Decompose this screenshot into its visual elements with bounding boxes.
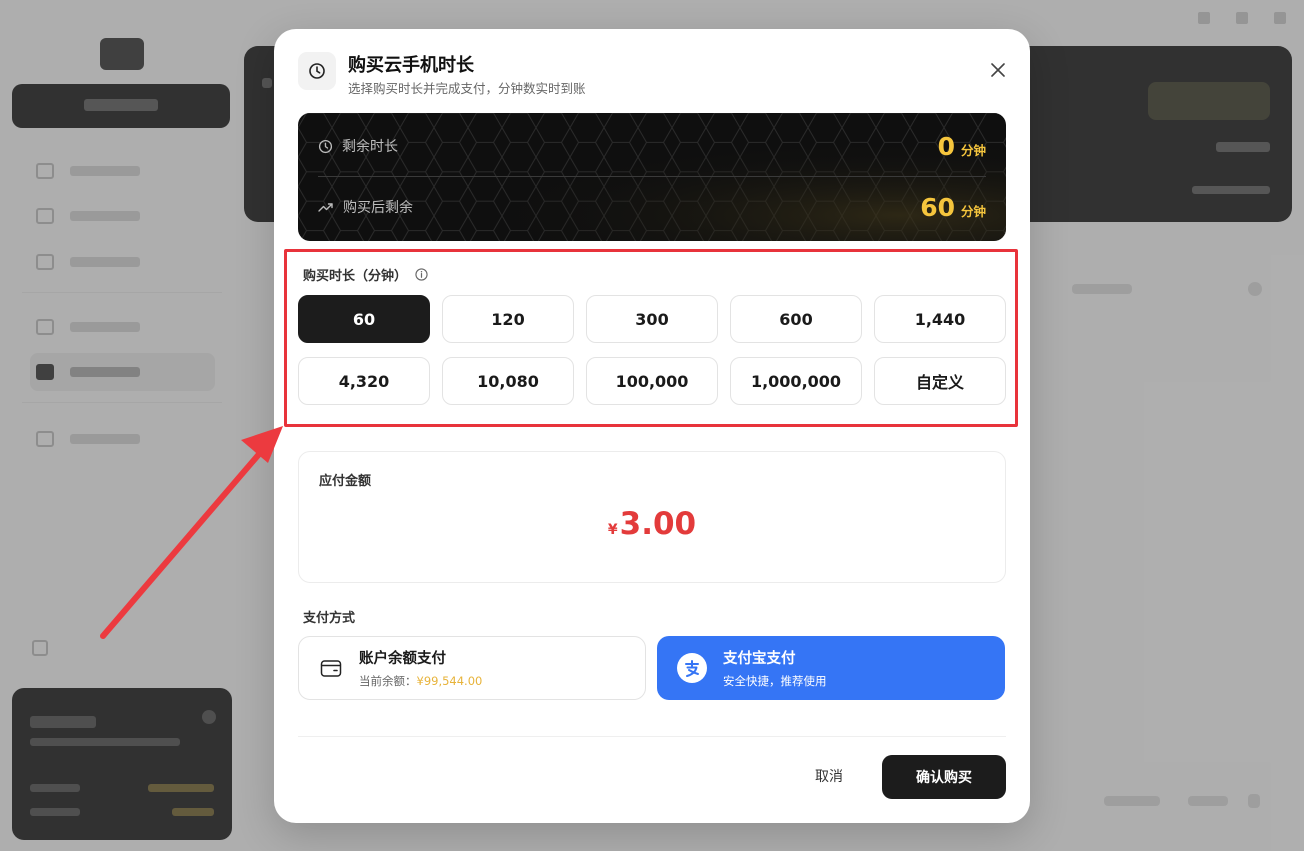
balance-summary-card: 剩余时长 0 分钟 购买后剩余 60 分钟 bbox=[298, 113, 1006, 241]
dialog-title: 购买云手机时长 bbox=[348, 55, 474, 76]
duration-option[interactable]: 300 bbox=[586, 295, 718, 343]
pay-alipay-title: 支付宝支付 bbox=[723, 651, 796, 667]
amount-label: 应付金额 bbox=[319, 474, 372, 489]
dialog-subtitle: 选择购买时长并完成支付，分钟数实时到账 bbox=[348, 81, 586, 96]
pay-balance-title: 账户余额支付 bbox=[359, 651, 446, 667]
after-purchase-unit: 分钟 bbox=[960, 203, 986, 219]
wallet-icon bbox=[319, 656, 343, 680]
remaining-label: 剩余时长 bbox=[342, 139, 398, 155]
clock-icon bbox=[298, 52, 336, 90]
pay-option-alipay[interactable]: 支付宝支付 安全快捷，推荐使用 bbox=[657, 636, 1005, 700]
pay-balance-amount: ¥99,544.00 bbox=[416, 674, 483, 688]
amount-currency: ¥ bbox=[607, 522, 618, 538]
amount-value: 3.00 bbox=[619, 506, 697, 542]
amount-card: 应付金额 ¥3.00 bbox=[298, 451, 1006, 583]
duration-option[interactable]: 自定义 bbox=[874, 357, 1006, 405]
duration-option[interactable]: 100,000 bbox=[586, 357, 718, 405]
pay-option-balance[interactable]: 账户余额支付 当前余额：¥99,544.00 bbox=[298, 636, 646, 700]
duration-option[interactable]: 10,080 bbox=[442, 357, 574, 405]
payment-label: 支付方式 bbox=[303, 611, 356, 626]
duration-option[interactable]: 60 bbox=[298, 295, 430, 343]
duration-label-group: 购买时长（分钟） bbox=[303, 265, 428, 284]
duration-option[interactable]: 600 bbox=[730, 295, 862, 343]
trending-up-icon bbox=[318, 203, 333, 212]
alipay-icon bbox=[677, 653, 707, 683]
remaining-value: 0 bbox=[937, 131, 955, 161]
after-purchase-label: 购买后剩余 bbox=[343, 200, 413, 216]
info-icon[interactable] bbox=[415, 268, 428, 281]
remaining-unit: 分钟 bbox=[960, 142, 986, 158]
duration-option[interactable]: 1,440 bbox=[874, 295, 1006, 343]
clock-small-icon bbox=[318, 139, 333, 153]
after-purchase-value: 60 bbox=[920, 192, 955, 222]
purchase-dialog: 购买云手机时长 选择购买时长并完成支付，分钟数实时到账 剩余时长 0 分钟 购买… bbox=[274, 29, 1030, 823]
remaining-row: 剩余时长 0 分钟 bbox=[318, 116, 986, 176]
pay-alipay-sub: 安全快捷，推荐使用 bbox=[723, 674, 827, 688]
amount-price: ¥3.00 bbox=[299, 506, 1005, 542]
duration-option[interactable]: 120 bbox=[442, 295, 574, 343]
confirm-purchase-button[interactable]: 确认购买 bbox=[882, 755, 1006, 799]
pay-balance-prefix: 当前余额： bbox=[359, 674, 417, 688]
duration-option[interactable]: 4,320 bbox=[298, 357, 430, 405]
after-purchase-row: 购买后剩余 60 分钟 bbox=[318, 177, 986, 237]
cancel-button[interactable]: 取消 bbox=[789, 757, 869, 795]
close-icon[interactable] bbox=[988, 60, 1008, 80]
duration-option[interactable]: 1,000,000 bbox=[730, 357, 862, 405]
duration-label: 购买时长（分钟） bbox=[303, 269, 408, 284]
duration-options: 60 120 300 600 1,440 4,320 10,080 100,000 1,000,… bbox=[298, 295, 1006, 405]
